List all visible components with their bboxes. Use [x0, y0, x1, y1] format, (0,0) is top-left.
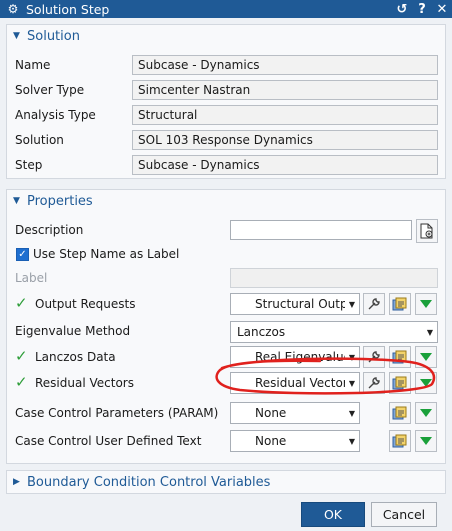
description-input[interactable] [230, 220, 412, 240]
residual-vectors-check-icon: ✓ [15, 373, 28, 391]
case-control-text-value: None [255, 434, 287, 448]
case-control-text-options-button[interactable] [415, 430, 437, 452]
residual-vectors-value: Residual Vectors [255, 376, 345, 390]
chevron-down-icon: ▼ [426, 327, 434, 337]
name-label: Name [15, 58, 51, 72]
output-requests-edit-button[interactable] [363, 293, 385, 315]
lanczos-data-dropdown[interactable]: Real Eigenvalue ▼ [230, 346, 360, 368]
output-requests-label: Output Requests [35, 297, 136, 311]
label-label: Label [15, 271, 48, 285]
create-modeling-object-icon [392, 376, 407, 390]
case-control-param-value: None [255, 406, 287, 420]
use-step-name-checkbox[interactable]: ✓ [16, 248, 29, 261]
label-input [230, 268, 438, 288]
expand-triangle-icon: ▶ [13, 477, 20, 487]
green-arrow-down-icon [420, 300, 432, 308]
case-control-text-create-button[interactable] [389, 430, 411, 452]
step-field: Subcase - Dynamics [132, 155, 438, 175]
residual-vectors-create-button[interactable] [389, 372, 411, 394]
analysis-type-label: Analysis Type [15, 108, 96, 122]
chevron-down-icon: ▼ [348, 436, 356, 446]
green-arrow-down-icon [420, 409, 432, 417]
title-bar: ⚙ Solution Step ↺ ? ✕ [0, 0, 452, 18]
residual-vectors-options-button[interactable] [415, 372, 437, 394]
use-step-name-label: Use Step Name as Label [33, 247, 180, 261]
chevron-down-icon: ▼ [348, 299, 356, 309]
step-label: Step [15, 158, 43, 172]
properties-group-title: Properties [27, 193, 93, 209]
solution-field: SOL 103 Response Dynamics [132, 130, 438, 150]
lanczos-data-label: Lanczos Data [35, 350, 116, 364]
create-modeling-object-icon [392, 297, 407, 311]
output-requests-dropdown[interactable]: Structural Outpu ▼ [230, 293, 360, 315]
solver-type-label: Solver Type [15, 83, 85, 97]
create-modeling-object-icon [392, 350, 407, 364]
case-control-param-create-button[interactable] [389, 402, 411, 424]
boundary-condition-group-title: Boundary Condition Control Variables [27, 474, 271, 490]
cancel-button[interactable]: Cancel [371, 502, 437, 527]
residual-vectors-edit-button[interactable] [363, 372, 385, 394]
solution-group-header[interactable]: ▼ Solution [7, 25, 445, 47]
case-control-param-options-button[interactable] [415, 402, 437, 424]
wrench-icon [368, 351, 380, 363]
eigenvalue-method-label: Eigenvalue Method [15, 324, 131, 338]
output-requests-check-icon: ✓ [15, 294, 28, 312]
solution-step-dialog: ▼ Solution Name Subcase - Dynamics Solve… [0, 18, 452, 531]
name-field: Subcase - Dynamics [132, 55, 438, 75]
add-document-button[interactable] [416, 219, 438, 243]
gear-icon: ⚙ [7, 2, 19, 16]
add-document-icon [420, 223, 433, 239]
description-label: Description [15, 223, 84, 237]
create-modeling-object-icon [392, 434, 407, 448]
boundary-condition-group-header[interactable]: ▶ Boundary Condition Control Variables [6, 470, 446, 494]
lanczos-data-edit-button[interactable] [363, 346, 385, 368]
output-requests-create-button[interactable] [389, 293, 411, 315]
reset-icon[interactable]: ↺ [392, 2, 412, 17]
solution-label: Solution [15, 133, 64, 147]
lanczos-data-create-button[interactable] [389, 346, 411, 368]
residual-vectors-dropdown[interactable]: Residual Vectors ▼ [230, 372, 360, 394]
eigenvalue-method-value: Lanczos [237, 325, 286, 339]
case-control-text-dropdown[interactable]: None ▼ [230, 430, 360, 452]
ok-button[interactable]: OK [301, 502, 365, 527]
green-arrow-down-icon [420, 379, 432, 387]
chevron-down-icon: ▼ [348, 408, 356, 418]
solution-group-title: Solution [27, 28, 80, 44]
case-control-param-label: Case Control Parameters (PARAM) [15, 406, 219, 420]
eigenvalue-method-dropdown[interactable]: Lanczos ▼ [230, 321, 438, 343]
green-arrow-down-icon [420, 353, 432, 361]
chevron-down-icon: ▼ [348, 378, 356, 388]
green-arrow-down-icon [420, 437, 432, 445]
analysis-type-field: Structural [132, 105, 438, 125]
chevron-down-icon: ▼ [348, 352, 356, 362]
case-control-param-dropdown[interactable]: None ▼ [230, 402, 360, 424]
lanczos-data-value: Real Eigenvalue [255, 350, 345, 364]
output-requests-options-button[interactable] [415, 293, 437, 315]
create-modeling-object-icon [392, 406, 407, 420]
help-icon[interactable]: ? [412, 2, 432, 17]
close-icon[interactable]: ✕ [432, 2, 452, 17]
solver-type-field: Simcenter Nastran [132, 80, 438, 100]
properties-group-header[interactable]: ▼ Properties [7, 190, 445, 212]
residual-vectors-label: Residual Vectors [35, 376, 134, 390]
output-requests-value: Structural Outpu [255, 297, 345, 311]
case-control-text-label: Case Control User Defined Text [15, 434, 202, 448]
collapse-triangle-icon: ▼ [13, 31, 20, 41]
lanczos-data-options-button[interactable] [415, 346, 437, 368]
wrench-icon [368, 298, 380, 310]
lanczos-data-check-icon: ✓ [15, 347, 28, 365]
collapse-triangle-icon: ▼ [13, 196, 20, 206]
wrench-icon [368, 377, 380, 389]
window-title: Solution Step [26, 1, 110, 17]
